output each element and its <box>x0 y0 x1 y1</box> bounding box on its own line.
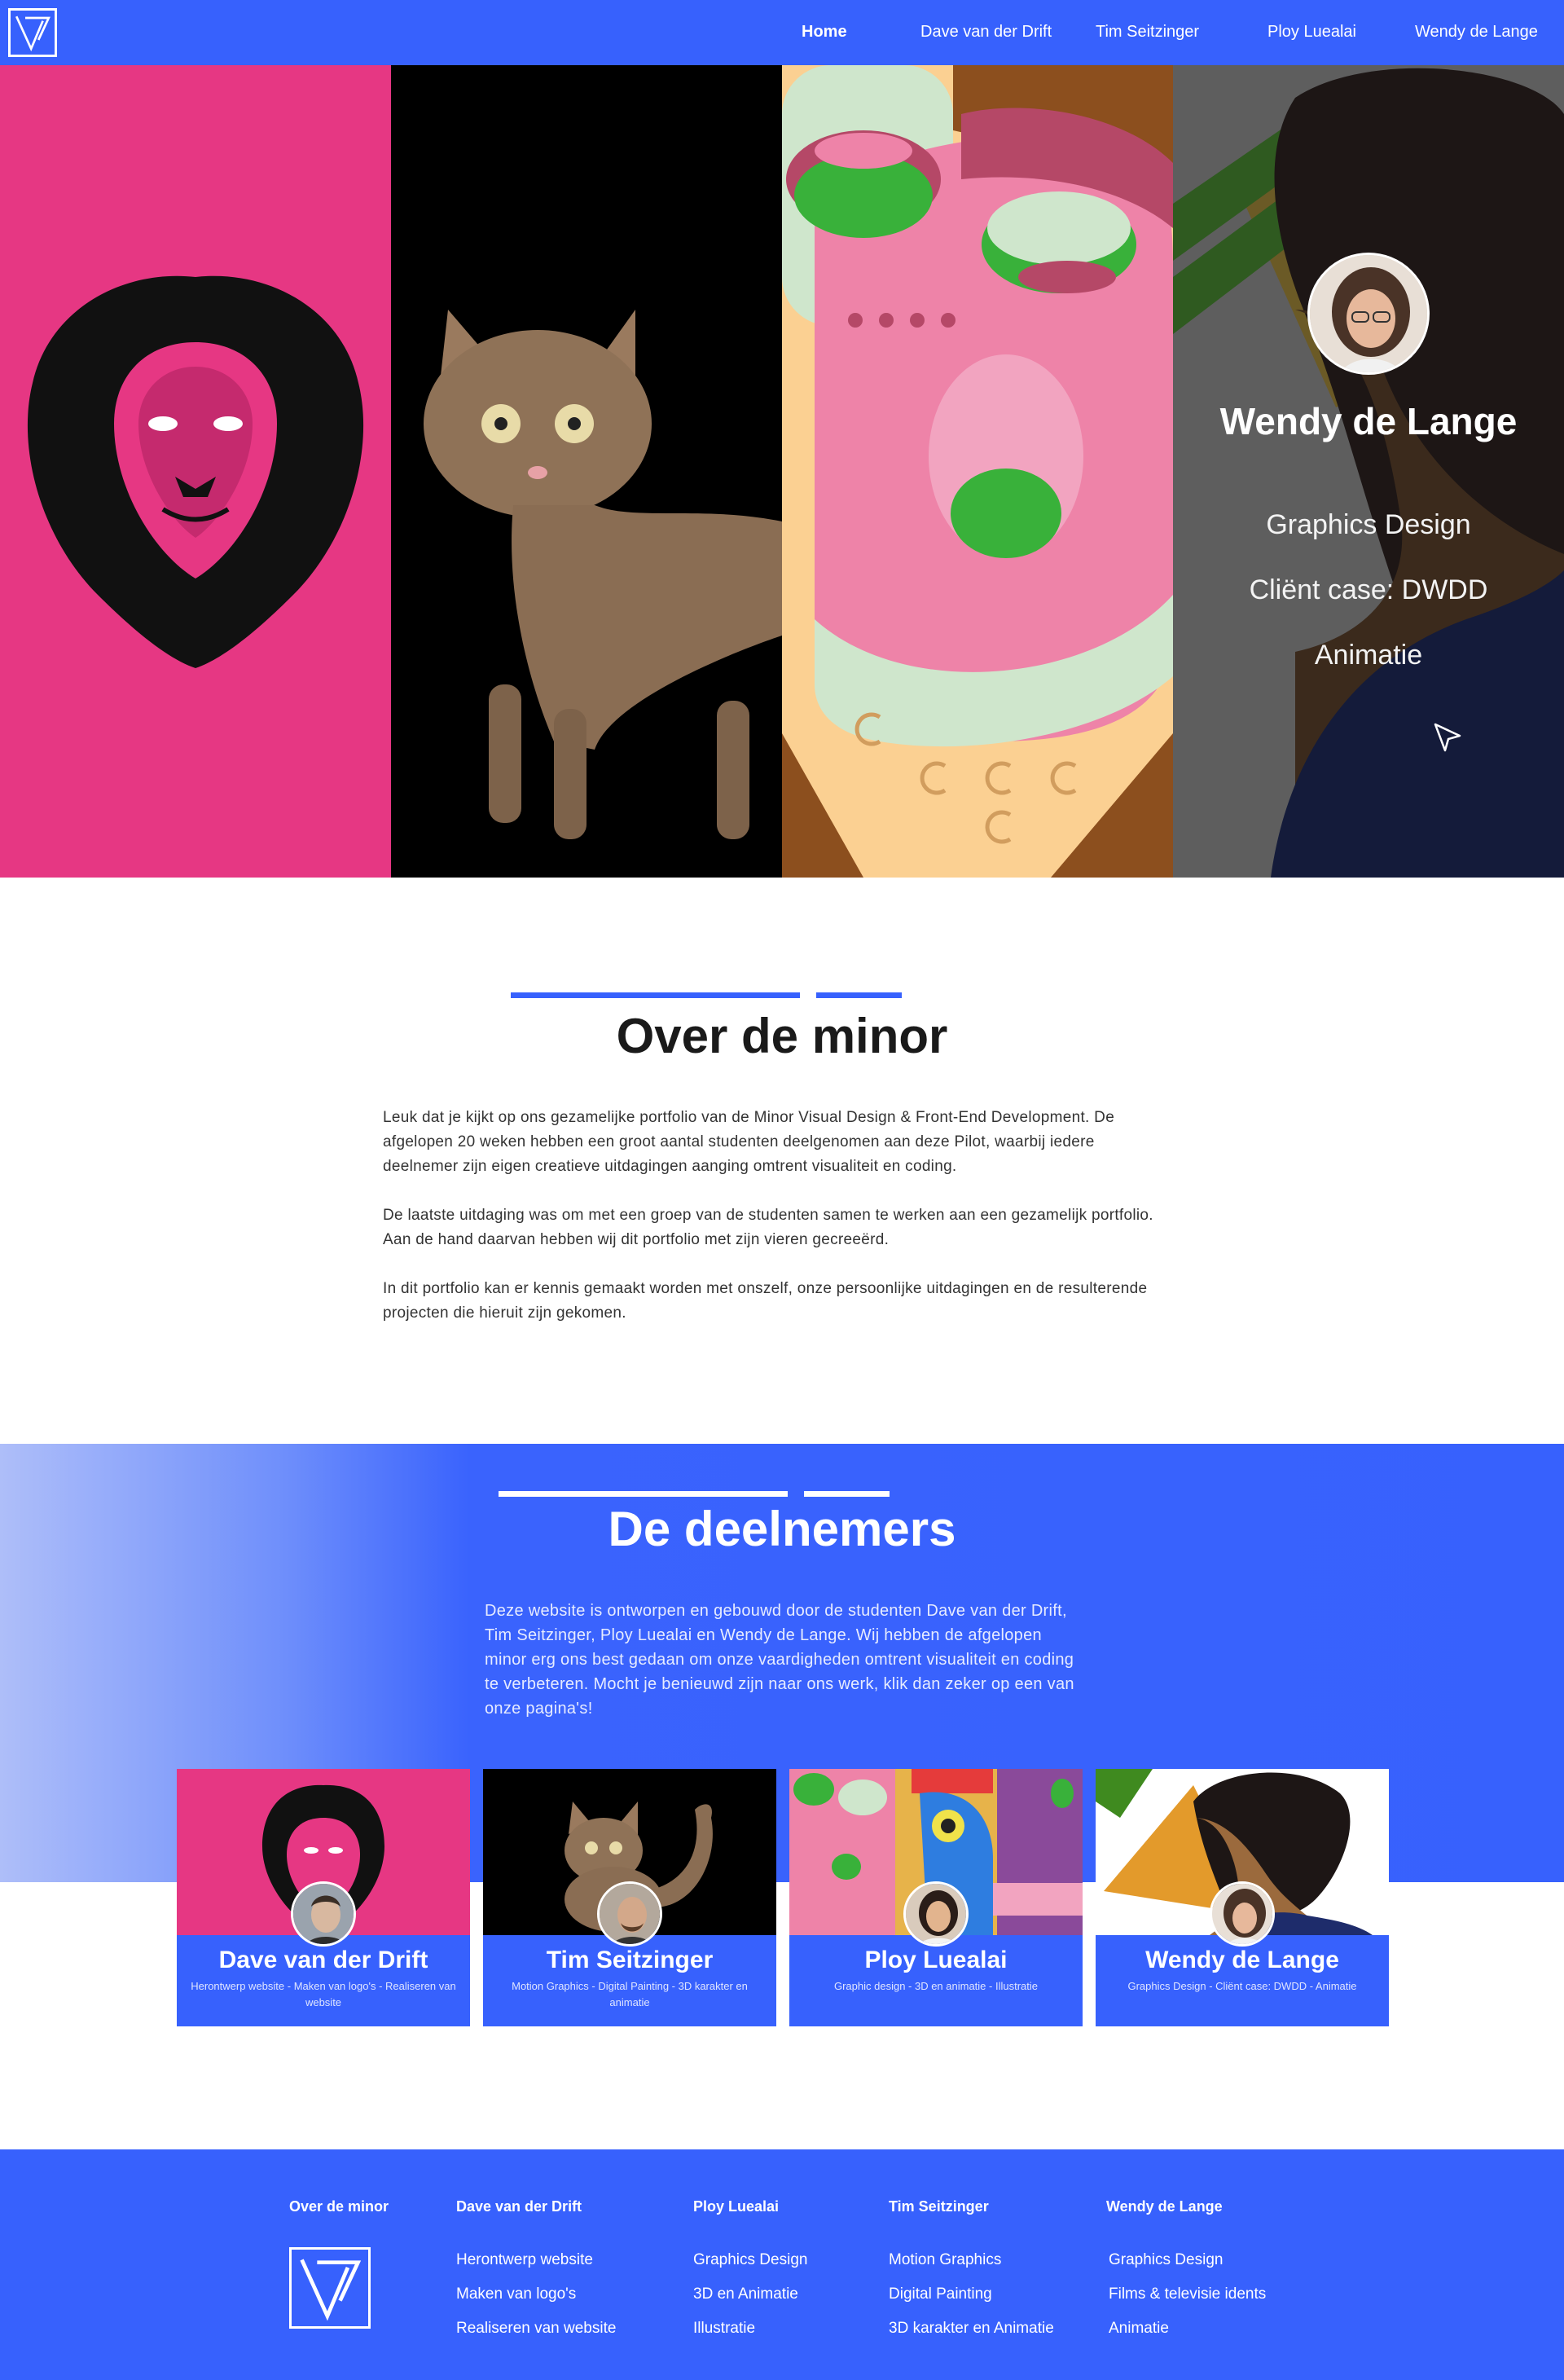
about-paragraph: De laatste uitdaging was om met een groe… <box>383 1207 1153 1248</box>
cat-illustration <box>424 310 782 839</box>
title-bar-long <box>511 992 800 998</box>
title-bar-long <box>499 1491 788 1497</box>
nav-wendy[interactable]: Wendy de Lange <box>1415 23 1538 42</box>
participant-card-dave[interactable]: Dave van der Drift Herontwerp website - … <box>177 1769 470 2026</box>
footer-link[interactable]: Animatie <box>1109 2320 1169 2338</box>
abstract-face-illustration <box>782 65 1173 878</box>
card-name: Ploy Luealai <box>864 1947 1008 1973</box>
top-navigation: Home Dave van der Drift Tim Seitzinger P… <box>0 0 1564 65</box>
title-bar-short <box>804 1491 890 1497</box>
footer-logo-icon[interactable] <box>289 2247 371 2329</box>
nav-tim[interactable]: Tim Seitzinger <box>1096 23 1199 42</box>
hero-panel-cat[interactable] <box>391 65 782 878</box>
footer-link[interactable]: Realiseren van website <box>456 2320 616 2338</box>
participant-card-tim[interactable]: Tim Seitzinger Motion Graphics - Digital… <box>483 1769 776 2026</box>
hero-panel-lion[interactable] <box>0 65 391 878</box>
lion-illustration <box>27 275 364 668</box>
about-paragraph: In dit portfolio kan er kennis gemaakt w… <box>383 1280 1148 1322</box>
footer-link[interactable]: Graphics Design <box>1109 2251 1223 2269</box>
footer-link[interactable]: 3D en Animatie <box>693 2285 798 2303</box>
participant-card-ploy[interactable]: Ploy Luealai Graphic design - 3D en anim… <box>789 1769 1083 2026</box>
card-name: Tim Seitzinger <box>546 1947 714 1973</box>
section-title-participants: De deelnemers <box>608 1502 956 1556</box>
footer-heading-tim[interactable]: Tim Seitzinger <box>889 2198 989 2215</box>
card-name: Wendy de Lange <box>1145 1947 1339 1973</box>
section-title-about: Over de minor <box>616 1009 948 1063</box>
participants-text: Deze website is ontworpen en gebouwd doo… <box>485 1602 1074 1718</box>
avatar <box>291 1881 356 1947</box>
hero-featured-overlay: Wendy de Lange Graphics Design Cliënt ca… <box>1173 65 1564 878</box>
title-bar-short <box>816 992 902 998</box>
hero-line-graphics: Graphics Design <box>1266 509 1471 540</box>
card-subtitle: Motion Graphics - Digital Painting - 3D … <box>512 1980 748 2008</box>
nav-dave[interactable]: Dave van der Drift <box>920 23 1052 42</box>
avatar <box>597 1881 662 1947</box>
footer-link[interactable]: Motion Graphics <box>889 2251 1001 2269</box>
hero-line-client: Cliënt case: DWDD <box>1249 574 1488 605</box>
footer-heading-ploy[interactable]: Ploy Luealai <box>693 2198 779 2215</box>
footer-link[interactable]: Illustratie <box>693 2320 755 2338</box>
footer: Over de minor Dave van der Drift Herontw… <box>0 2149 1564 2380</box>
card-subtitle: Herontwerp website - Maken van logo's - … <box>191 1980 456 2008</box>
footer-link[interactable]: Films & televisie idents <box>1109 2285 1266 2303</box>
nav-home[interactable]: Home <box>802 23 847 42</box>
participant-card-wendy[interactable]: Wendy de Lange Graphics Design - Cliënt … <box>1096 1769 1389 2026</box>
hero-line-animatie: Animatie <box>1314 640 1423 671</box>
footer-link[interactable]: 3D karakter en Animatie <box>889 2320 1054 2338</box>
footer-heading-dave[interactable]: Dave van der Drift <box>456 2198 582 2215</box>
about-paragraph: Leuk dat je kijkt op ons gezamelijke por… <box>383 1109 1115 1175</box>
cursor-icon <box>1432 721 1465 754</box>
nav-ploy[interactable]: Ploy Luealai <box>1267 23 1356 42</box>
footer-link[interactable]: Herontwerp website <box>456 2251 593 2269</box>
card-subtitle: Graphic design - 3D en animatie - Illust… <box>833 1980 1038 1992</box>
hero-name: Wendy de Lange <box>1219 400 1518 442</box>
avatar[interactable] <box>1307 253 1430 375</box>
footer-heading-about[interactable]: Over de minor <box>289 2198 389 2215</box>
footer-link[interactable]: Digital Painting <box>889 2285 992 2303</box>
footer-link[interactable]: Maken van logo's <box>456 2285 576 2303</box>
card-subtitle: Graphics Design - Cliënt case: DWDD - An… <box>1127 1980 1357 1992</box>
avatar <box>903 1881 969 1947</box>
hero-panel-abstract[interactable] <box>782 65 1173 878</box>
logo-icon[interactable] <box>8 8 57 57</box>
footer-link[interactable]: Graphics Design <box>693 2251 807 2269</box>
hero-gallery: Wendy de Lange Graphics Design Cliënt ca… <box>0 65 1564 878</box>
avatar <box>1210 1881 1275 1947</box>
about-text: Leuk dat je kijkt op ons gezamelijke por… <box>383 1106 1165 1350</box>
footer-heading-wendy[interactable]: Wendy de Lange <box>1106 2198 1223 2215</box>
card-name: Dave van der Drift <box>218 1947 428 1973</box>
